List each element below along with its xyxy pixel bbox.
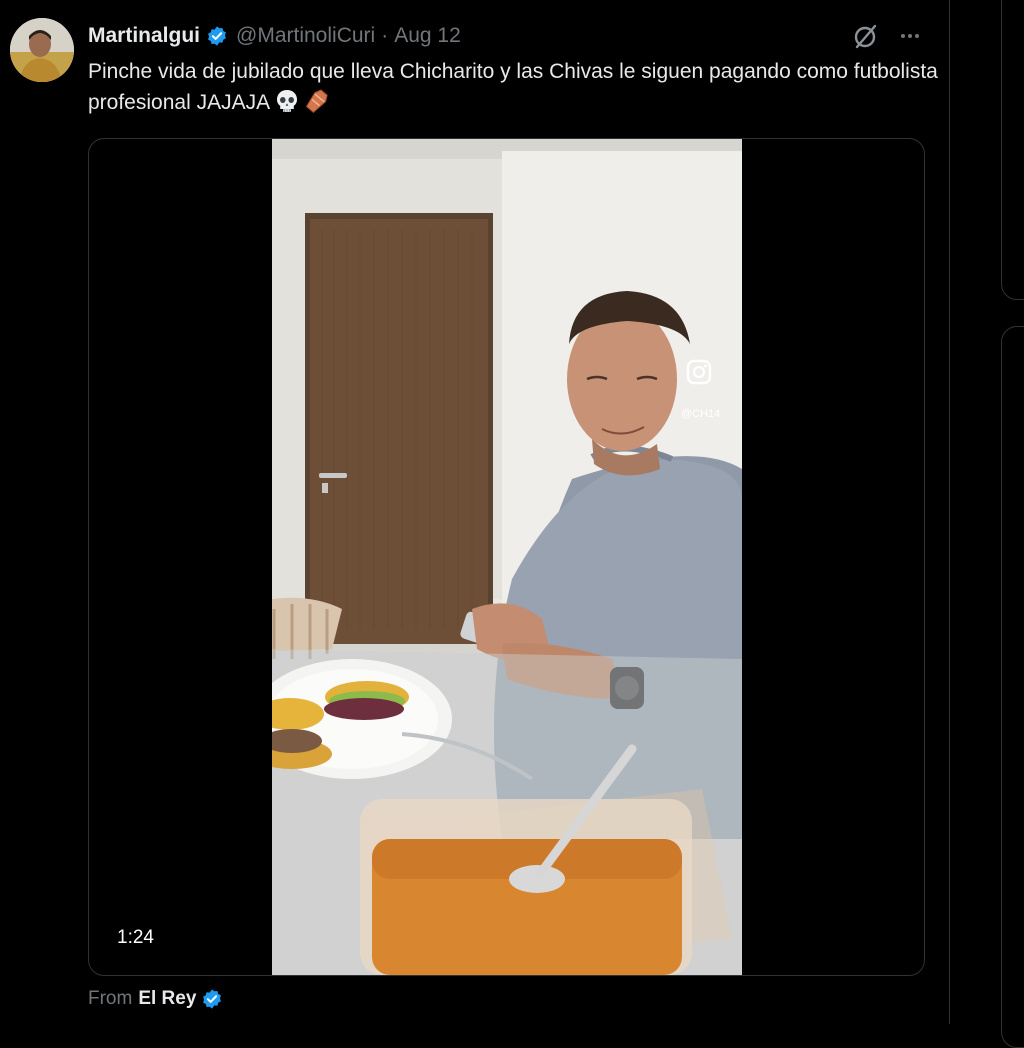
tweet-body: Pinche vida de jubilado que lleva Chicha… — [88, 60, 938, 114]
more-options-icon[interactable] — [896, 22, 924, 50]
attribution-source[interactable]: El Rey — [138, 988, 196, 1010]
sidebar-card — [1001, 326, 1024, 1048]
avatar[interactable] — [10, 18, 74, 82]
tweet-header: Martinalgui @MartinoliCuri · Aug 12 — [88, 22, 461, 50]
attribution-prefix: From — [88, 988, 133, 1009]
tweet-date[interactable]: Aug 12 — [394, 24, 461, 48]
media-attribution: From El Rey — [88, 988, 223, 1010]
author-handle[interactable]: @MartinoliCuri — [236, 24, 375, 48]
video-frame[interactable]: @CH14 — [272, 139, 742, 975]
author-name[interactable]: Martinalgui — [88, 24, 200, 48]
separator-dot: · — [381, 24, 389, 47]
verified-badge-icon — [206, 25, 228, 47]
timeline-divider — [949, 0, 950, 1024]
skull-emoji — [274, 88, 300, 114]
coffin-emoji — [304, 88, 330, 114]
video-duration: 1:24 — [117, 927, 154, 948]
video-player[interactable]: @CH14 1:24 — [88, 138, 925, 976]
grok-icon[interactable] — [852, 22, 880, 50]
watermark: @CH14 — [681, 408, 720, 420]
sidebar-card — [1001, 0, 1024, 300]
tweet-text: Pinche vida de jubilado que lleva Chicha… — [88, 56, 938, 118]
verified-badge-icon — [201, 988, 223, 1010]
